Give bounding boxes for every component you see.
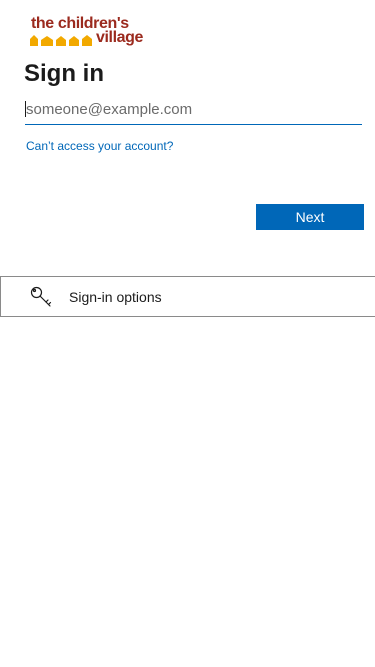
text-caret	[25, 101, 26, 117]
cant-access-account-link[interactable]: Can’t access your account?	[26, 139, 173, 153]
sign-in-options-label: Sign-in options	[69, 289, 162, 305]
organization-logo: the children's village	[28, 16, 146, 48]
sign-in-page: the children's village Sign in Can’t acc…	[0, 0, 375, 667]
page-title: Sign in	[24, 60, 104, 87]
email-field-container	[25, 96, 362, 125]
email-field[interactable]	[25, 96, 362, 123]
sign-in-options-button[interactable]: Sign-in options	[0, 276, 375, 317]
next-button[interactable]: Next	[256, 204, 364, 230]
logo-text-line2: village	[96, 29, 144, 46]
logo-houses-icon	[30, 35, 92, 46]
key-icon	[30, 286, 52, 307]
